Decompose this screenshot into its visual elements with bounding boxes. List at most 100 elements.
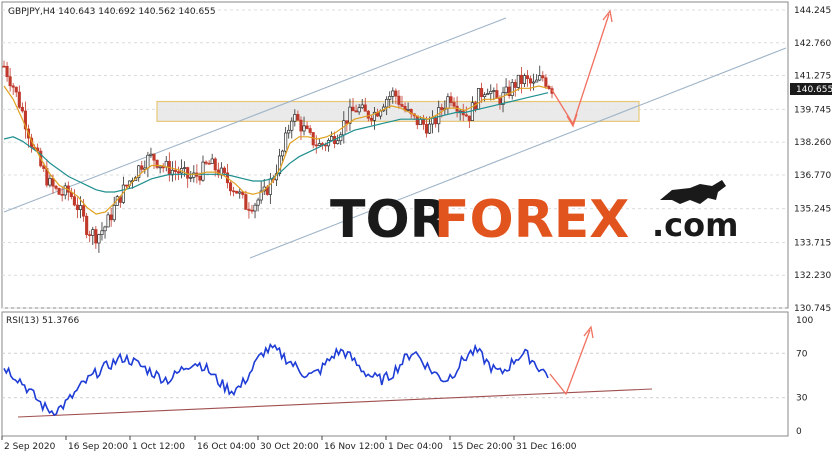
- candle-body: [302, 125, 306, 132]
- candle-body: [78, 205, 83, 210]
- candle-body: [317, 143, 321, 146]
- candle-body: [547, 86, 551, 89]
- candle-body: [525, 75, 530, 80]
- candle-body: [210, 158, 214, 164]
- candle-body: [287, 129, 291, 134]
- price-tick-label: 133.715: [794, 238, 831, 248]
- candle-body: [397, 95, 401, 105]
- candle-body: [207, 162, 211, 165]
- candle-body: [330, 136, 334, 141]
- candle-body: [446, 96, 450, 109]
- candle-body: [495, 90, 499, 99]
- candle-body: [201, 161, 205, 181]
- candle-body: [391, 90, 395, 97]
- price-tick-label: 141.275: [794, 72, 831, 82]
- candle-body: [385, 98, 389, 108]
- candle-body: [14, 86, 18, 93]
- candle-body: [394, 90, 398, 97]
- time-tick-label: 31 Dec 16:00: [516, 442, 577, 452]
- candle-body: [247, 209, 251, 211]
- candle-body: [106, 214, 110, 228]
- price-axis: 144.245 142.760 141.275 139.745 138.260 136.7…: [794, 6, 831, 314]
- price-tick-label: 138.260: [794, 138, 831, 148]
- rsi-axis: 100 70 30 0: [796, 316, 813, 437]
- candle-body: [421, 118, 425, 125]
- candle-body: [434, 117, 438, 125]
- time-tick-label: 15 Dec 20:00: [452, 442, 513, 452]
- candle-body: [305, 125, 309, 129]
- candle-body: [124, 184, 129, 187]
- candle-body: [109, 214, 113, 221]
- candle-body: [176, 171, 181, 174]
- candle-body: [464, 114, 468, 117]
- price-panel: [1, 1, 789, 309]
- logo-dotcom: .com: [652, 206, 738, 244]
- candle-body: [8, 76, 12, 87]
- candle-body: [348, 106, 352, 124]
- candle-body: [85, 215, 89, 236]
- candle-body: [213, 158, 217, 171]
- rsi-tick-label: 0: [796, 427, 802, 437]
- time-tick-label: 16 Sep 20:00: [68, 442, 128, 452]
- candle-body: [228, 182, 233, 192]
- candle-body: [400, 104, 404, 107]
- candle-body: [489, 91, 493, 94]
- candle-body: [504, 86, 508, 94]
- candle-body: [529, 78, 533, 84]
- candle-body: [369, 117, 373, 121]
- candle-body: [345, 120, 349, 124]
- candle-body: [75, 204, 80, 210]
- candle-body: [366, 110, 370, 119]
- candle-body: [158, 166, 162, 169]
- candle-body: [183, 167, 187, 169]
- time-tick-label: 1 Dec 04:00: [388, 442, 443, 452]
- candle-body: [323, 144, 328, 147]
- candle-body: [299, 119, 303, 132]
- candle-body: [256, 199, 260, 206]
- candle-body: [146, 154, 150, 169]
- candle-body: [458, 110, 462, 113]
- candle-body: [149, 153, 153, 156]
- candle-body: [492, 90, 496, 92]
- candle-body: [60, 194, 64, 196]
- candle-body: [354, 110, 358, 113]
- candle-body: [140, 165, 144, 170]
- rsi-panel: [1, 311, 789, 437]
- candle-body: [351, 106, 355, 112]
- candle-body: [360, 104, 364, 109]
- candle-body: [161, 166, 165, 169]
- price-tick-label: 142.760: [794, 39, 831, 49]
- candle-body: [510, 82, 514, 96]
- candle-body: [5, 65, 9, 78]
- candle-body: [467, 115, 471, 121]
- candle-body: [427, 123, 432, 134]
- candle-body: [235, 190, 239, 194]
- candle-body: [519, 74, 523, 84]
- candle-body: [406, 109, 410, 111]
- candle-body: [388, 96, 392, 100]
- candle-body: [88, 234, 92, 237]
- price-tick-label: 130.745: [794, 304, 831, 314]
- candle-body: [544, 77, 548, 87]
- candle-body: [336, 140, 340, 145]
- candle-body: [253, 204, 257, 212]
- rsi-tick-label: 30: [796, 394, 808, 404]
- price-tick-label: 144.245: [794, 6, 831, 16]
- candle-body: [198, 175, 202, 181]
- rsi-header: RSI(13) 51.3766: [6, 316, 79, 326]
- logo-tor: TOR: [330, 190, 450, 250]
- candle-body: [57, 187, 61, 195]
- candle-body: [97, 234, 101, 244]
- candle-body: [112, 205, 116, 221]
- candle-body: [91, 229, 95, 236]
- symbol-header: GBPJPY,H4 140.643 140.692 140.562 140.65…: [8, 7, 216, 17]
- candle-body: [268, 178, 272, 195]
- candle-body: [308, 128, 312, 133]
- candle-body: [314, 144, 318, 147]
- candle-body: [357, 107, 361, 113]
- time-tick-label: 16 Nov 12:00: [324, 442, 385, 452]
- candle-body: [232, 190, 236, 193]
- candle-body: [513, 82, 517, 88]
- candle-body: [284, 132, 288, 152]
- candle-body: [155, 159, 159, 168]
